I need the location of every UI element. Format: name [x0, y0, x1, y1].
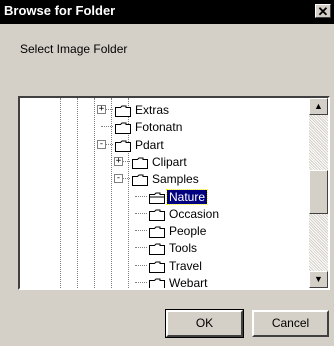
folder-icon [149, 225, 165, 239]
tree-item-nature[interactable]: Nature [165, 188, 209, 205]
tree-guide-line [60, 98, 61, 288]
up-arrow-icon: ▲ [314, 101, 323, 111]
folder-icon [132, 156, 148, 169]
tree-item-fotonatn[interactable]: Fotonatn [133, 120, 184, 134]
tree-item-extras[interactable]: Extras [133, 103, 171, 117]
tree-connector [101, 126, 113, 128]
scroll-down-button[interactable]: ▼ [309, 271, 328, 288]
tree-guide-line [94, 98, 95, 288]
prompt-label: Select Image Folder [20, 42, 128, 56]
close-button[interactable]: ✕ [315, 4, 331, 18]
tree-item-pdart[interactable]: Pdart [133, 138, 166, 152]
folder-icon [149, 208, 165, 221]
folder-icon [149, 277, 165, 288]
vertical-scrollbar[interactable]: ▲ ▼ [309, 98, 328, 288]
tree-item-tools[interactable]: Tools [167, 241, 199, 255]
tree-connector [135, 212, 147, 214]
folder-icon [149, 242, 165, 256]
scroll-up-button[interactable]: ▲ [309, 98, 328, 115]
tree-item-people[interactable]: People [167, 224, 208, 238]
tree-item-clipart[interactable]: Clipart [150, 155, 189, 169]
tree-connector [135, 195, 147, 197]
down-arrow-icon: ▼ [314, 274, 323, 284]
tree-item-samples[interactable]: Samples [150, 172, 201, 186]
collapse-icon[interactable]: - [97, 139, 106, 149]
browse-folder-dialog: Browse for Folder ✕ Select Image Folder … [0, 0, 334, 346]
expand-icon[interactable]: + [114, 156, 123, 166]
title-bar[interactable]: Browse for Folder ✕ [0, 0, 334, 24]
folder-icon [149, 260, 165, 273]
cancel-button-label: Cancel [271, 316, 310, 330]
folder-icon [115, 139, 131, 152]
folder-icon [149, 191, 165, 204]
folder-icon [115, 121, 131, 135]
tree-connector [135, 282, 147, 283]
tree-item-webart[interactable]: Webart [167, 276, 209, 288]
tree-connector [135, 264, 147, 266]
close-icon: ✕ [317, 4, 329, 19]
expand-icon[interactable]: + [97, 105, 106, 114]
tree-connector [135, 247, 147, 249]
ok-button-label: OK [195, 316, 214, 330]
tree-connector [135, 230, 147, 232]
collapse-icon[interactable]: - [114, 174, 123, 184]
window-title: Browse for Folder [4, 3, 116, 18]
tree-item-travel[interactable]: Travel [167, 259, 204, 273]
folder-icon [132, 173, 148, 187]
tree-item-occasion[interactable]: Occasion [167, 207, 221, 221]
cancel-button[interactable]: Cancel [252, 310, 329, 337]
folder-tree[interactable]: + Extras Fotonatn - Pdart + Clipart - Sampl… [20, 98, 309, 288]
scroll-thumb[interactable] [309, 170, 328, 214]
folder-tree-view[interactable]: + Extras Fotonatn - Pdart + Clipart - Sampl… [18, 96, 330, 290]
tree-guide-line [77, 98, 78, 288]
ok-button[interactable]: OK [165, 309, 244, 338]
folder-icon [115, 104, 131, 117]
